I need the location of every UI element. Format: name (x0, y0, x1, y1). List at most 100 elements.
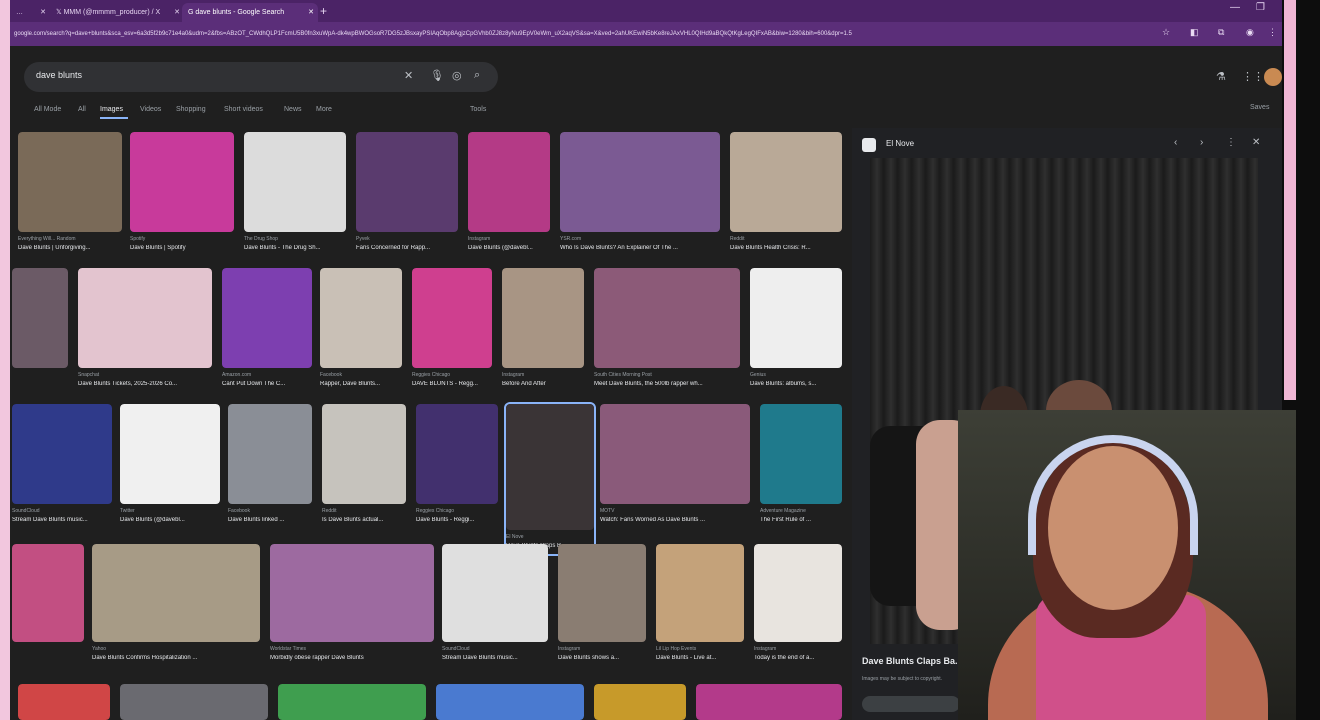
filter-all[interactable]: All (78, 106, 86, 113)
result-thumbnail[interactable] (278, 684, 426, 720)
result-source[interactable]: Instagram (754, 646, 842, 652)
image-result[interactable]: Instagram Before And After (502, 268, 584, 392)
avatar[interactable] (1264, 68, 1282, 86)
result-thumbnail[interactable] (436, 684, 584, 720)
image-result[interactable]: Genius Dave Blunts: albums, s... (750, 268, 842, 392)
result-source[interactable]: Lil Lip Hop Events (656, 646, 744, 652)
result-caption[interactable]: Today is the end of a... (754, 655, 842, 661)
result-caption[interactable]: Dave Blunts Health Crisis: R... (730, 245, 842, 251)
next-icon[interactable]: › (1200, 137, 1203, 148)
menu-icon[interactable]: ⋮ (1268, 27, 1277, 38)
filter-videos[interactable]: Videos (140, 106, 161, 113)
result-source[interactable]: Instagram (468, 236, 550, 242)
result-source[interactable]: Pyvek (356, 236, 458, 242)
result-thumbnail[interactable] (506, 404, 594, 530)
close-tab-icon[interactable]: ✕ (308, 3, 314, 22)
result-caption[interactable]: Dave Blunts - Live at... (656, 655, 744, 661)
result-source[interactable]: YSR.com (560, 236, 720, 242)
image-result[interactable]: Reddit Is Dave Blunts actual... (322, 404, 406, 528)
result-thumbnail[interactable] (244, 132, 346, 232)
result-caption[interactable]: Before And After (502, 381, 584, 387)
image-result[interactable]: YSR.com Who Is Dave Blunts? An Explainer … (560, 132, 720, 256)
tools-button[interactable]: Tools (470, 106, 486, 113)
result-thumbnail[interactable] (560, 132, 720, 232)
result-caption[interactable]: Morbidly obese rapper Dave Blunts (270, 655, 434, 661)
result-source[interactable]: Reggies Chicago (416, 508, 498, 514)
result-caption[interactable]: Dave Blunts (@davebl... (120, 517, 220, 523)
new-tab-icon[interactable]: + (320, 3, 327, 19)
minimize-icon[interactable]: — (1230, 2, 1240, 13)
result-thumbnail[interactable] (696, 684, 842, 720)
result-thumbnail[interactable] (600, 404, 750, 504)
result-caption[interactable]: Cant Put Down The C... (222, 381, 312, 387)
result-thumbnail[interactable] (656, 544, 744, 642)
image-result[interactable] (278, 684, 426, 720)
result-thumbnail[interactable] (322, 404, 406, 504)
close-icon[interactable]: ✕ (1252, 137, 1260, 148)
url-field[interactable]: google.com/search?q=dave+blunts&sca_esv=… (14, 27, 1154, 41)
extension-icon[interactable]: ◧ (1190, 27, 1199, 38)
image-result[interactable] (436, 684, 584, 720)
result-source[interactable]: Worldstar Times (270, 646, 434, 652)
image-result[interactable]: Adventure Magazine The First Rule of ... (760, 404, 842, 528)
image-result[interactable] (18, 684, 110, 720)
result-source[interactable]: SoundCloud (12, 508, 112, 514)
result-source[interactable]: Snapchat (78, 372, 212, 378)
result-caption[interactable]: Who Is Dave Blunts? An Explainer Of The … (560, 245, 720, 251)
result-thumbnail[interactable] (120, 684, 268, 720)
image-result[interactable]: MOTV Watch: Fans Worried As Dave Blunts .… (600, 404, 750, 528)
visit-button[interactable] (862, 696, 960, 712)
image-result[interactable]: South Cities Morning Post Meet Dave Blunt… (594, 268, 740, 392)
result-caption[interactable]: Rapper, Dave Blunts... (320, 381, 402, 387)
result-source[interactable]: Facebook (228, 508, 312, 514)
result-source[interactable]: South Cities Morning Post (594, 372, 740, 378)
image-result[interactable]: Instagram Today is the end of a... (754, 544, 842, 666)
result-thumbnail[interactable] (416, 404, 498, 504)
result-source[interactable]: Amazon.com (222, 372, 312, 378)
result-caption[interactable]: Dave Blunts (@davebl... (468, 245, 550, 251)
filter-news[interactable]: News (284, 106, 302, 113)
image-result[interactable]: Reggies Chicago Dave Blunts - Reggi... (416, 404, 498, 528)
result-caption[interactable]: Dave Blunts linked ... (228, 517, 312, 523)
result-thumbnail[interactable] (92, 544, 260, 642)
image-result[interactable]: Pyvek Fans Concerned for Rapp... (356, 132, 458, 256)
image-result[interactable]: Reggies Chicago DAVE BLUNTS - Regg... (412, 268, 492, 392)
result-thumbnail[interactable] (356, 132, 458, 232)
apps-grid-icon[interactable]: ⋮⋮ (1242, 70, 1264, 83)
result-source[interactable]: The Drug Shop (244, 236, 346, 242)
filter-short-videos[interactable]: Short videos (224, 106, 263, 113)
result-source[interactable]: Reddit (322, 508, 406, 514)
result-thumbnail[interactable] (120, 404, 220, 504)
result-caption[interactable]: Stream Dave Blunts music... (12, 517, 112, 523)
result-source[interactable]: Facebook (320, 372, 402, 378)
filter-all-mode[interactable]: All Mode (34, 106, 61, 113)
result-thumbnail[interactable] (754, 544, 842, 642)
result-caption[interactable]: DAVE BLUNTS - Regg... (412, 381, 492, 387)
result-source[interactable]: Reggies Chicago (412, 372, 492, 378)
image-result[interactable]: El NoveDave Blunts Claps B... (504, 402, 596, 556)
result-source[interactable]: Reddit (730, 236, 842, 242)
result-thumbnail[interactable] (502, 268, 584, 368)
tab-x-profile[interactable]: 𝕏 MMM (@mmmm_producer) / X ✕ (50, 3, 184, 22)
image-result[interactable] (12, 544, 84, 666)
result-thumbnail[interactable] (12, 268, 68, 368)
preview-site-name[interactable]: El Nove (886, 139, 914, 148)
search-icon[interactable]: ⌕ (474, 69, 480, 82)
image-result[interactable]: SoundCloud Stream Dave Blunts music... (442, 544, 548, 666)
image-result[interactable] (12, 268, 68, 392)
result-thumbnail[interactable] (12, 544, 84, 642)
image-result[interactable]: SoundCloud Stream Dave Blunts music... (12, 404, 112, 528)
result-thumbnail[interactable] (594, 268, 740, 368)
filter-more[interactable]: More (316, 106, 332, 113)
result-thumbnail[interactable] (228, 404, 312, 504)
result-caption[interactable]: Dave Blunts | Spotify (130, 245, 234, 251)
tab-google-search[interactable]: G dave blunts - Google Search ✕ (182, 3, 318, 22)
search-input[interactable]: dave blunts (36, 70, 82, 80)
result-source[interactable]: Genius (750, 372, 842, 378)
result-source[interactable]: Instagram (558, 646, 646, 652)
image-result[interactable]: Facebook Dave Blunts linked ... (228, 404, 312, 528)
result-thumbnail[interactable] (130, 132, 234, 232)
result-caption[interactable]: Dave Blunts Tickets, 2025-2026 Co... (78, 381, 212, 387)
result-source[interactable]: Instagram (502, 372, 584, 378)
result-caption[interactable]: Fans Concerned for Rapp... (356, 245, 458, 251)
